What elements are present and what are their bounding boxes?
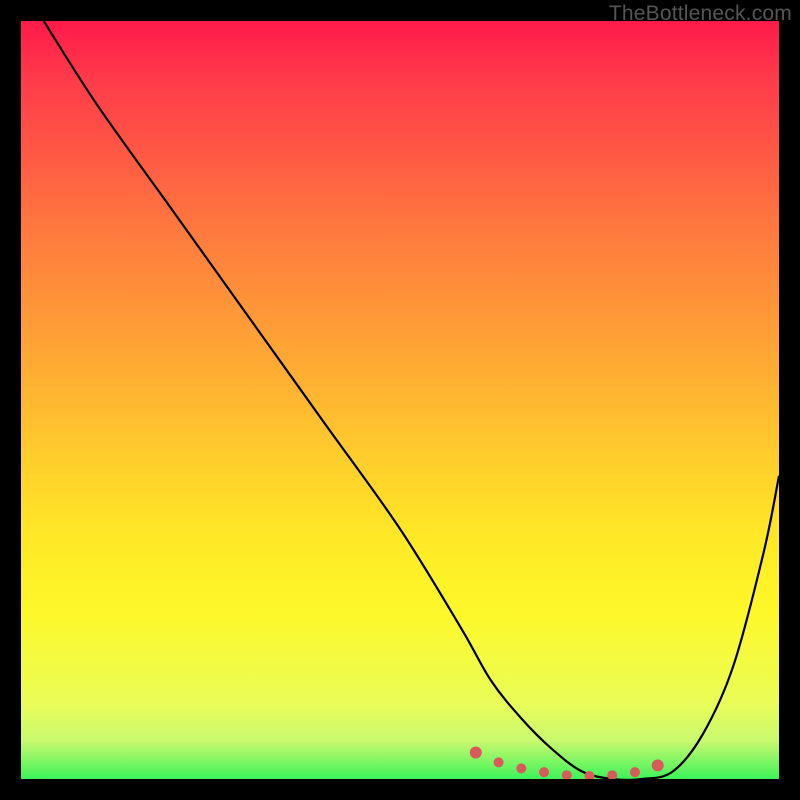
optimum-dot — [630, 767, 640, 777]
optimum-dot — [539, 767, 549, 777]
optimum-dot — [494, 757, 504, 767]
chart-area — [21, 21, 779, 779]
bottleneck-plot — [21, 21, 779, 779]
branding-label: TheBottleneck.com — [609, 2, 792, 26]
optimum-dot — [516, 763, 526, 773]
optimum-dot — [470, 746, 482, 758]
optimum-dots — [470, 746, 664, 779]
bottleneck-curve — [44, 21, 779, 779]
optimum-dot — [607, 770, 617, 779]
optimum-dot — [562, 770, 572, 779]
optimum-dot — [652, 759, 664, 771]
